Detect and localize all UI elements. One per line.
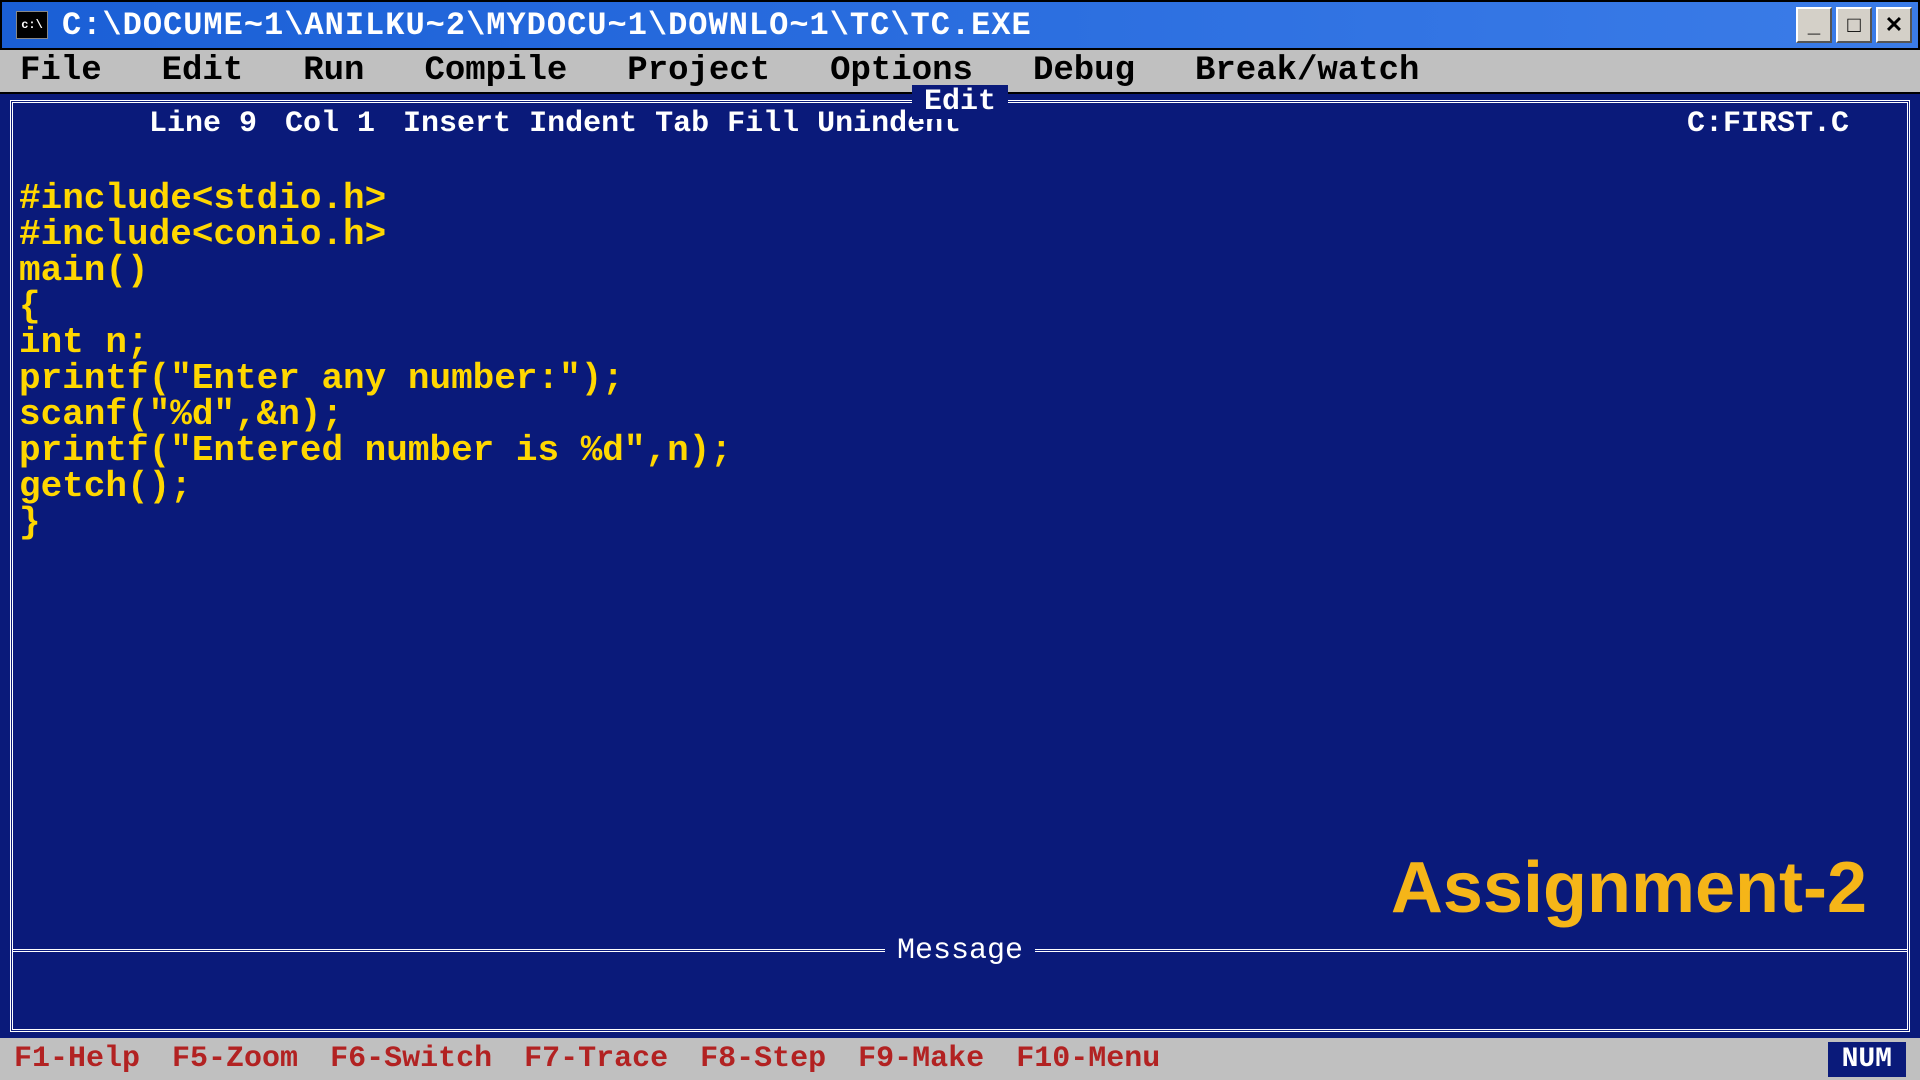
menu-break-watch[interactable]: Break/watch [1195, 52, 1419, 90]
editor-area: Edit Line 9 Col 1 Insert Indent Tab Fill… [0, 94, 1920, 1038]
system-menu-icon[interactable]: c:\ [16, 11, 48, 39]
menu-run[interactable]: Run [303, 52, 364, 90]
message-frame: Message [13, 949, 1907, 1019]
minimize-button[interactable]: _ [1796, 7, 1832, 43]
code-line: #include<stdio.h> [19, 178, 386, 219]
shortcut-f5-zoom[interactable]: F5-Zoom [172, 1042, 298, 1076]
code-line: { [19, 286, 41, 327]
shortcut-f7-trace[interactable]: F7-Trace [524, 1042, 668, 1076]
shortcut-f9-make[interactable]: F9-Make [858, 1042, 984, 1076]
shortcut-f1-help[interactable]: F1-Help [14, 1042, 140, 1076]
code-line: #include<conio.h> [19, 214, 386, 255]
maximize-button[interactable]: □ [1836, 7, 1872, 43]
edit-frame: Edit Line 9 Col 1 Insert Indent Tab Fill… [10, 100, 1910, 1032]
titlebar: c:\ C:\DOCUME~1\ANILKU~2\MYDOCU~1\DOWNLO… [0, 0, 1920, 50]
menu-edit[interactable]: Edit [162, 52, 244, 90]
code-line: } [19, 502, 41, 543]
status-line-number: Line 9 [149, 107, 257, 141]
code-line: main() [19, 250, 149, 291]
menu-compile[interactable]: Compile [424, 52, 567, 90]
shortcut-f6-switch[interactable]: F6-Switch [330, 1042, 492, 1076]
app-window: c:\ C:\DOCUME~1\ANILKU~2\MYDOCU~1\DOWNLO… [0, 0, 1920, 1080]
code-line: printf("Enter any number:"); [19, 358, 624, 399]
overlay-assignment-label: Assignment-2 [1391, 847, 1867, 929]
status-filename: C:FIRST.C [1687, 107, 1849, 141]
window-controls: _ □ ✕ [1796, 7, 1912, 43]
code-editor[interactable]: #include<stdio.h> #include<conio.h> main… [13, 145, 1907, 577]
edit-frame-title: Edit [912, 85, 1008, 119]
menu-project[interactable]: Project [627, 52, 770, 90]
status-col-number: Col 1 [285, 107, 375, 141]
message-frame-title: Message [885, 934, 1035, 968]
code-line: printf("Entered number is %d",n); [19, 430, 732, 471]
shortcut-f10-menu[interactable]: F10-Menu [1016, 1042, 1160, 1076]
bottom-shortcut-bar: F1-Help F5-Zoom F6-Switch F7-Trace F8-St… [0, 1038, 1920, 1080]
menu-file[interactable]: File [20, 52, 102, 90]
code-line: scanf("%d",&n); [19, 394, 343, 435]
menu-debug[interactable]: Debug [1033, 52, 1135, 90]
shortcut-f8-step[interactable]: F8-Step [700, 1042, 826, 1076]
code-line: int n; [19, 322, 149, 363]
numlock-indicator: NUM [1828, 1042, 1906, 1077]
close-button[interactable]: ✕ [1876, 7, 1912, 43]
code-line: getch(); [19, 466, 192, 507]
window-title: C:\DOCUME~1\ANILKU~2\MYDOCU~1\DOWNLO~1\T… [62, 7, 1796, 44]
status-modes: Insert Indent Tab Fill Unindent [403, 107, 961, 141]
